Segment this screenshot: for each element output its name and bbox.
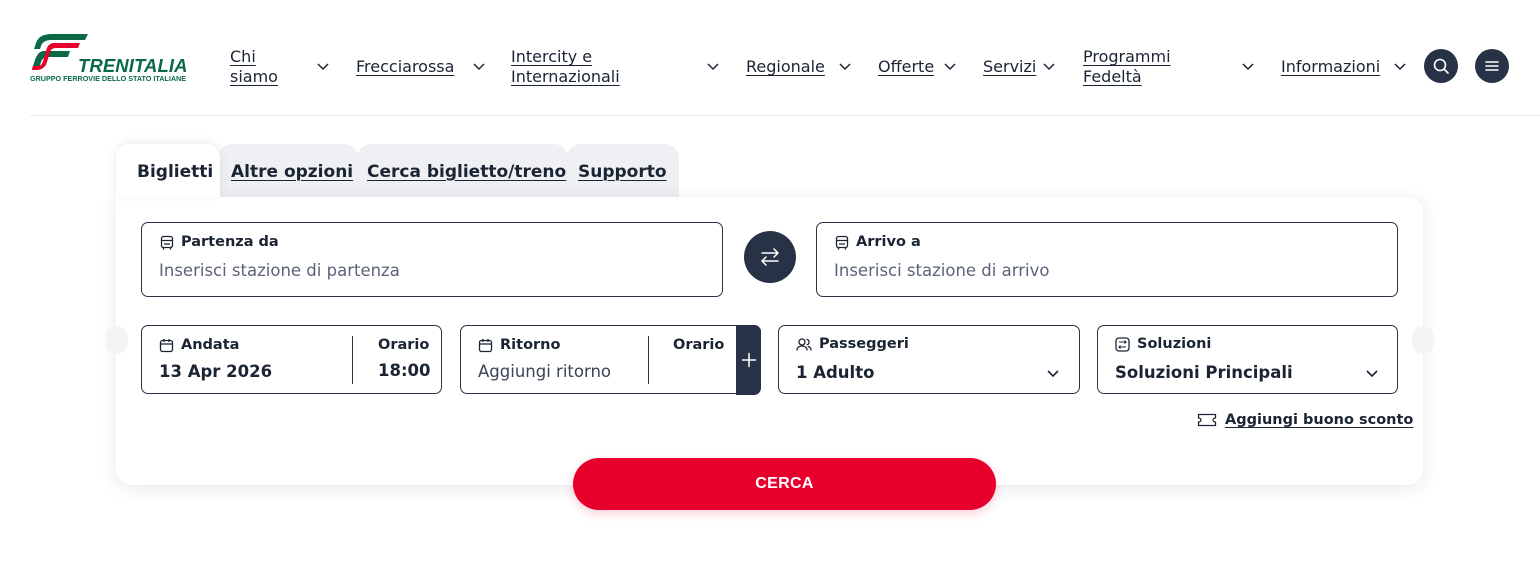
search-button[interactable] [1424,49,1458,83]
tab-label: Altre opzioni [231,161,354,182]
tab-label: Cerca biglietto/treno [367,161,567,182]
outbound-date-field[interactable]: Andata 13 Apr 2026 Orario 18:00 [141,325,442,394]
chevron-down-icon[interactable] [1241,59,1255,73]
solutions-label: Soluzioni [1137,336,1212,352]
logo-tagline: GRUPPO FERROVIE DELLO STATO ITALIANE [30,74,186,83]
header-divider [30,115,1540,116]
add-discount-link[interactable]: Aggiungi buono sconto [1197,412,1413,428]
chevron-down-icon[interactable] [1042,59,1056,73]
tab-cerca-biglietto[interactable]: Cerca biglietto/treno [357,144,568,197]
tab-biglietti[interactable]: Biglietti [116,144,220,197]
chevron-down-icon[interactable] [706,59,720,73]
add-return-button[interactable] [736,325,761,395]
outbound-time-label: Orario [378,337,430,353]
departure-label: Partenza da [181,234,279,250]
outbound-time-value[interactable]: 18:00 [378,361,431,380]
filter-icon [1115,336,1130,352]
tab-label: Supporto [578,161,667,182]
hamburger-menu-icon [1485,61,1499,71]
nav-item-label: Informazioni [1281,57,1381,76]
users-icon [796,337,812,351]
return-date-field[interactable]: Ritorno Aggiungi ritorno Orario [460,325,761,395]
return-date-input[interactable]: Aggiungi ritorno [478,362,611,381]
nav-item-chi-siamo[interactable]: Chi siamo [230,46,278,88]
chevron-down-icon[interactable] [943,59,957,73]
swap-stations-button[interactable] [744,231,796,283]
passengers-label: Passeggeri [819,336,909,352]
field-divider [352,336,353,384]
search-trains-button[interactable]: CERCA [573,458,996,510]
chevron-down-icon[interactable] [472,59,486,73]
nav-item-label: Programmi Fedeltà [1083,47,1171,86]
nav-item-intercity[interactable]: Intercity e Internazionali [511,46,620,88]
swap-arrows-icon [761,248,779,266]
return-label: Ritorno [500,337,561,353]
chevron-down-icon[interactable] [838,59,852,73]
station-icon [835,235,849,250]
nav-item-servizi[interactable]: Servizi [983,46,1036,88]
chevron-down-icon[interactable] [1393,59,1407,73]
plus-icon [741,353,756,367]
solutions-value: Soluzioni Principali [1115,363,1293,382]
nav-item-frecciarossa[interactable]: Frecciarossa [356,46,454,88]
card-notch-right [1412,326,1434,354]
outbound-label: Andata [181,337,240,353]
nav-item-label: Chi siamo [230,47,278,86]
nav-item-label: Regionale [746,57,825,76]
station-icon [160,235,174,250]
ticket-icon [1197,413,1217,427]
site-header: TRENITALIA GRUPPO FERROVIE DELLO STATO I… [0,0,1540,116]
tab-label: Biglietti [137,161,214,182]
solutions-select[interactable]: Soluzioni Soluzioni Principali [1097,325,1398,394]
nav-item-label: Frecciarossa [356,57,455,76]
nav-item-label: Servizi [983,57,1037,76]
chevron-down-icon [1047,370,1059,378]
nav-item-regionale[interactable]: Regionale [746,46,825,88]
outbound-date-value: 13 Apr 2026 [159,362,273,381]
menu-button[interactable] [1475,49,1509,83]
nav-item-informazioni[interactable]: Informazioni [1281,46,1380,88]
nav-item-offerte[interactable]: Offerte [878,46,934,88]
passengers-value: 1 Adulto [796,363,875,382]
calendar-icon [159,338,174,352]
arrival-label: Arrivo a [856,234,921,250]
departure-field[interactable]: Partenza da Inserisci stazione di parten… [141,222,723,297]
nav-item-label: Offerte [878,57,935,76]
field-divider [648,336,649,384]
arrival-field[interactable]: Arrivo a Inserisci stazione di arrivo [816,222,1398,297]
calendar-icon [478,338,493,352]
return-time-label: Orario [673,337,725,353]
tab-altre-opzioni[interactable]: Altre opzioni [218,144,358,197]
trenitalia-logo[interactable]: TRENITALIA GRUPPO FERROVIE DELLO STATO I… [30,32,192,88]
chevron-down-icon[interactable] [316,59,330,73]
chevron-down-icon [1366,370,1378,378]
card-notch-left [106,326,128,354]
passengers-select[interactable]: Passeggeri 1 Adulto [778,325,1080,394]
departure-input[interactable]: Inserisci stazione di partenza [159,261,400,280]
arrival-input[interactable]: Inserisci stazione di arrivo [834,261,1049,280]
add-discount-label: Aggiungi buono sconto [1225,412,1414,428]
search-icon [1433,58,1449,74]
nav-item-label: Intercity e Internazionali [511,47,620,86]
nav-item-programmi-fedelta[interactable]: Programmi Fedeltà [1083,46,1171,88]
tab-supporto[interactable]: Supporto [567,144,679,197]
